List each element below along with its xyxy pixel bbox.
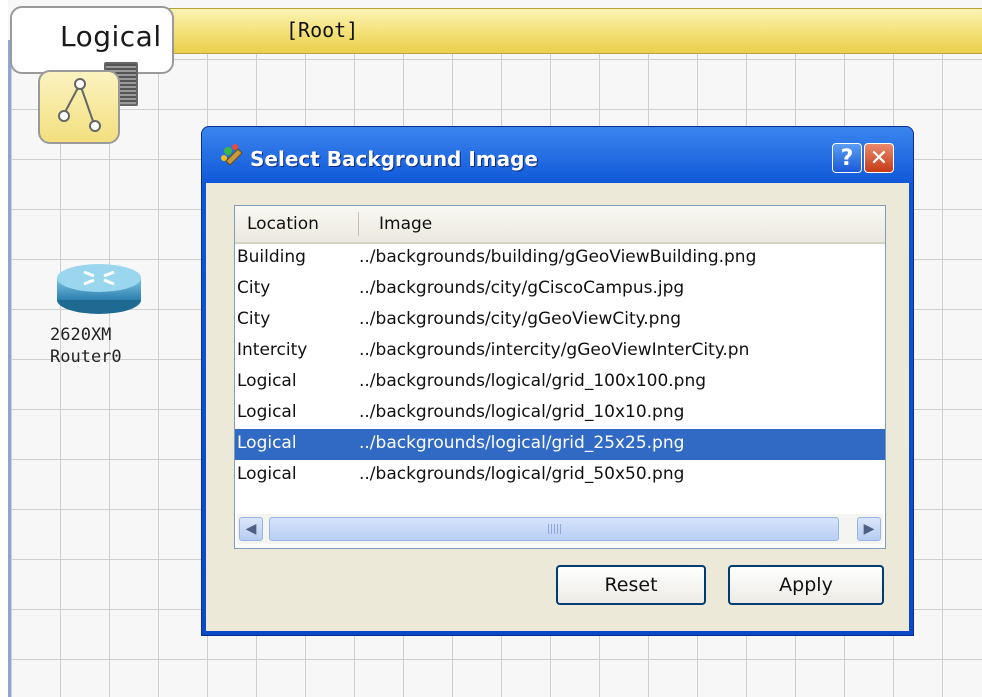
row-location: Logical — [237, 433, 297, 453]
router-model: 2620XM — [50, 325, 112, 345]
column-header-location[interactable]: Location — [247, 214, 319, 234]
row-image: ../backgrounds/logical/grid_50x50.png — [359, 464, 685, 484]
apply-button[interactable]: Apply — [728, 565, 884, 605]
router-icon[interactable] — [54, 258, 144, 322]
background-image-list[interactable]: Location Image Building ../backgrounds/bu… — [234, 205, 886, 549]
list-row[interactable]: City ../backgrounds/city/gCiscoCampus.jpg — [235, 274, 885, 305]
reset-button[interactable]: Reset — [556, 565, 706, 605]
list-row[interactable]: City ../backgrounds/city/gGeoViewCity.png — [235, 305, 885, 336]
list-row[interactable]: Intercity ../backgrounds/intercity/gGeoVi… — [235, 336, 885, 367]
select-background-dialog: Select Background Image ? ✕ Location Ima… — [201, 126, 914, 636]
row-location: City — [237, 278, 271, 298]
row-location: Logical — [237, 464, 297, 484]
column-header-image[interactable]: Image — [379, 214, 432, 234]
left-margin — [0, 0, 8, 697]
scrollbar-thumb[interactable] — [269, 517, 839, 541]
list-row[interactable]: Logical ../backgrounds/logical/grid_10x10… — [235, 398, 885, 429]
row-location: Logical — [237, 371, 297, 391]
row-image: ../backgrounds/logical/grid_10x10.png — [359, 402, 685, 422]
column-divider[interactable] — [358, 212, 359, 236]
scroll-right-icon[interactable]: ▶ — [857, 517, 881, 541]
row-image: ../backgrounds/logical/grid_100x100.png — [359, 371, 707, 391]
list-rows: Building ../backgrounds/building/gGeoView… — [235, 243, 885, 491]
help-button[interactable]: ? — [832, 143, 862, 173]
row-location: Intercity — [237, 340, 308, 360]
row-image: ../backgrounds/intercity/gGeoViewInterCi… — [359, 340, 750, 360]
router-label: 2620XM Router0 — [50, 324, 150, 368]
list-row[interactable]: Logical ../backgrounds/logical/grid_50x50… — [235, 460, 885, 491]
row-location: City — [237, 309, 271, 329]
horizontal-scrollbar[interactable]: ◀ ▶ — [237, 514, 883, 544]
palette-icon — [220, 143, 246, 173]
logical-tab[interactable]: Logical — [10, 6, 174, 74]
list-row[interactable]: Logical ../backgrounds/logical/grid_100x1… — [235, 367, 885, 398]
list-header: Location Image — [235, 206, 885, 244]
logical-tab-label: Logical — [60, 20, 162, 53]
row-image: ../backgrounds/logical/grid_25x25.png — [359, 433, 685, 453]
logical-view-button[interactable] — [38, 70, 120, 144]
list-row-selected[interactable]: Logical ../backgrounds/logical/grid_25x25… — [235, 429, 885, 460]
root-path-label[interactable]: [Root] — [286, 18, 358, 42]
row-image: ../backgrounds/city/gCiscoCampus.jpg — [359, 278, 685, 298]
scrollbar-grip-icon — [548, 524, 562, 534]
row-image: ../backgrounds/city/gGeoViewCity.png — [359, 309, 682, 329]
dialog-body: Location Image Building ../backgrounds/bu… — [206, 183, 909, 631]
list-row[interactable]: Building ../backgrounds/building/gGeoView… — [235, 243, 885, 274]
router-name: Router0 — [50, 347, 122, 367]
scroll-left-icon[interactable]: ◀ — [239, 517, 263, 541]
workspace-top-bar — [160, 8, 982, 54]
row-location: Building — [237, 247, 306, 267]
dialog-title: Select Background Image — [250, 147, 538, 171]
close-button[interactable]: ✕ — [864, 143, 894, 173]
network-topology-icon — [58, 78, 101, 132]
row-image: ../backgrounds/building/gGeoViewBuilding… — [359, 247, 757, 267]
row-location: Logical — [237, 402, 297, 422]
